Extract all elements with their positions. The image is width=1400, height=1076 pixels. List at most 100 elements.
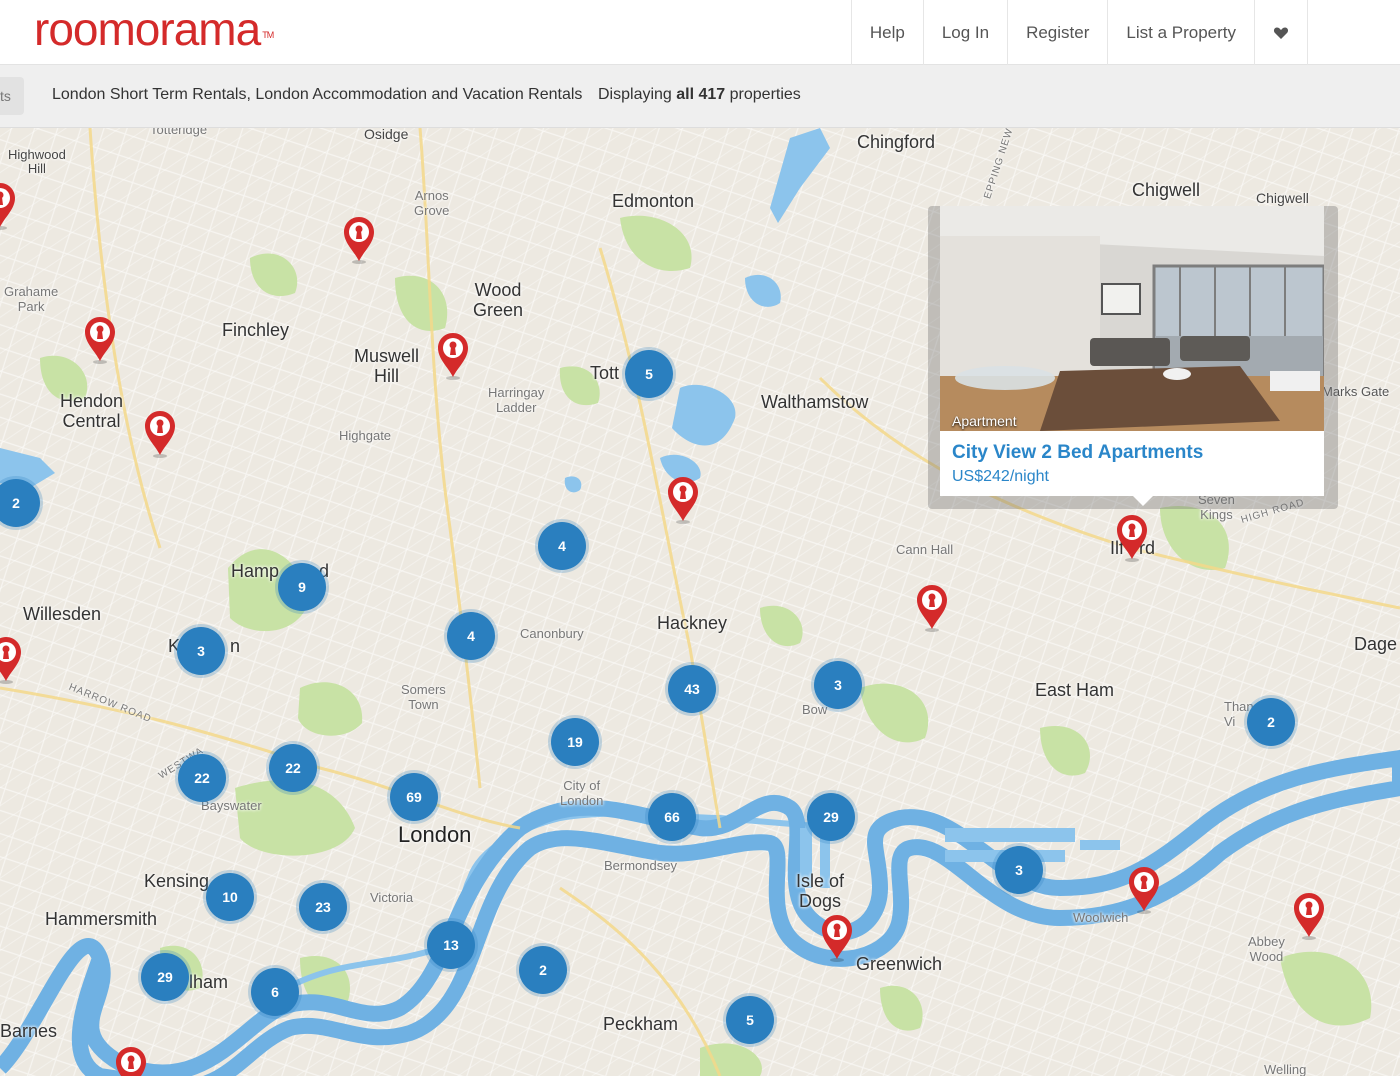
pin-icon	[116, 1047, 146, 1076]
map-cluster[interactable]: 3	[995, 846, 1043, 894]
map-pin[interactable]	[820, 914, 854, 962]
map-cluster[interactable]: 19	[551, 718, 599, 766]
property-popup[interactable]: Apartment City View 2 Bed Apartments US$…	[928, 206, 1338, 509]
map-cluster[interactable]: 69	[390, 773, 438, 821]
pin-icon	[85, 317, 115, 364]
pin-icon	[1129, 867, 1159, 914]
logo-text: roomorama	[34, 3, 261, 55]
map-pin[interactable]	[0, 636, 23, 684]
top-nav: Help Log In Register List a Property	[850, 0, 1308, 65]
map-cluster[interactable]: 10	[206, 873, 254, 921]
pin-icon	[1294, 893, 1324, 940]
results-prefix: Displaying	[598, 86, 672, 103]
property-card[interactable]: Apartment City View 2 Bed Apartments US$…	[940, 206, 1324, 506]
map-cluster[interactable]: 29	[141, 953, 189, 1001]
property-title[interactable]: City View 2 Bed Apartments	[952, 442, 1203, 464]
sub-bar: ts London Short Term Rentals, London Acc…	[0, 65, 1400, 128]
nav-help[interactable]: Help	[850, 0, 923, 65]
place-walthamstow: Walthamstow	[761, 392, 869, 412]
map-cluster[interactable]: 22	[178, 754, 226, 802]
property-photo-image	[940, 206, 1324, 431]
map-cluster[interactable]: 3	[814, 661, 862, 709]
map-cluster[interactable]: 2	[1247, 698, 1295, 746]
popup-pointer	[1133, 496, 1153, 506]
place-osidge: Osidge	[364, 128, 409, 142]
map-cluster[interactable]: 66	[648, 793, 696, 841]
place-totteridge: Totteridge	[150, 128, 208, 137]
place-victoria: Victoria	[370, 890, 414, 905]
pin-icon	[344, 217, 374, 264]
header: roomorama TM Help Log In Register List a …	[0, 0, 1400, 65]
page-title: London Short Term Rentals, London Accomm…	[52, 86, 583, 103]
place-grahame-park: Grahame Park	[4, 284, 59, 314]
app: roomorama TM Help Log In Register List a …	[0, 0, 1400, 1076]
map-cluster[interactable]: 2	[519, 946, 567, 994]
nav-list-property[interactable]: List a Property	[1107, 0, 1254, 65]
place-somers-town: Somers Town	[401, 682, 446, 712]
logo-trademark: TM	[262, 30, 274, 40]
map-pin[interactable]	[342, 216, 376, 264]
map-pin[interactable]	[1127, 866, 1161, 914]
place-dagenham: Dage	[1354, 634, 1398, 654]
favorites-heart-icon[interactable]	[1254, 0, 1308, 65]
map-cluster[interactable]: 9	[278, 563, 326, 611]
place-hammersmith: Hammersmith	[45, 909, 158, 929]
place-bermondsey: Bermondsey	[604, 858, 677, 873]
place-hackney: Hackney	[657, 613, 728, 633]
pin-icon	[0, 183, 15, 230]
results-total: all 417	[676, 86, 726, 103]
place-fulham: lham	[189, 972, 229, 992]
map-cluster[interactable]: 3	[177, 627, 225, 675]
place-muswell-hill: Muswell Hill	[354, 346, 420, 386]
nav-login[interactable]: Log In	[922, 0, 1007, 65]
map-cluster[interactable]: 13	[427, 921, 475, 969]
place-finchley: Finchley	[222, 320, 290, 340]
place-woolwich: Woolwich	[1073, 910, 1129, 925]
place-canonbury: Canonbury	[520, 626, 584, 641]
place-chigwell-small: Chigwell	[1256, 190, 1309, 206]
place-cann-hall: Cann Hall	[896, 542, 954, 557]
place-highwood-hill: Highwood Hill	[8, 147, 66, 176]
map-cluster[interactable]: 4	[538, 522, 586, 570]
pin-icon	[145, 411, 175, 458]
nav-register[interactable]: Register	[1007, 0, 1107, 65]
map-pin[interactable]	[1115, 514, 1149, 562]
place-london: London	[398, 822, 472, 847]
map-cluster[interactable]: 23	[299, 883, 347, 931]
map-pin[interactable]	[0, 182, 17, 230]
pin-icon	[0, 637, 21, 684]
map-cluster[interactable]: 4	[447, 612, 495, 660]
map-cluster[interactable]: 5	[726, 996, 774, 1044]
pin-icon	[438, 333, 468, 380]
place-arnos-grove: Arnos Grove	[414, 188, 450, 218]
map-cluster[interactable]: 5	[625, 350, 673, 398]
map-pin[interactable]	[436, 332, 470, 380]
place-chingford: Chingford	[857, 132, 936, 152]
map-pin[interactable]	[666, 476, 700, 524]
back-tab[interactable]: ts	[0, 77, 24, 115]
map-pin[interactable]	[143, 410, 177, 458]
map-pin[interactable]	[114, 1046, 148, 1076]
place-willesden: Willesden	[23, 604, 102, 624]
property-type: Apartment	[952, 413, 1017, 429]
place-chigwell: Chigwell	[1132, 180, 1201, 200]
place-highgate: Highgate	[339, 428, 392, 443]
place-city-of-london: City of London	[560, 778, 604, 808]
property-photo[interactable]: Apartment	[940, 206, 1324, 431]
map-pin[interactable]	[915, 584, 949, 632]
place-wood-green: Wood Green	[473, 280, 524, 320]
pin-icon	[668, 477, 698, 524]
place-edmonton: Edmonton	[612, 191, 695, 211]
pin-icon	[917, 585, 947, 632]
place-abbey-wood: Abbey Wood	[1248, 934, 1285, 964]
pin-icon	[1117, 515, 1147, 562]
map-pin[interactable]	[83, 316, 117, 364]
map-cluster[interactable]: 43	[668, 665, 716, 713]
place-isle-of-dogs: Isle of Dogs	[796, 871, 845, 911]
map-pin[interactable]	[1292, 892, 1326, 940]
map-cluster[interactable]: 6	[251, 968, 299, 1016]
logo[interactable]: roomorama TM	[34, 3, 274, 55]
place-barnes: Barnes	[0, 1021, 58, 1041]
map-cluster[interactable]: 22	[269, 744, 317, 792]
map-cluster[interactable]: 29	[807, 793, 855, 841]
